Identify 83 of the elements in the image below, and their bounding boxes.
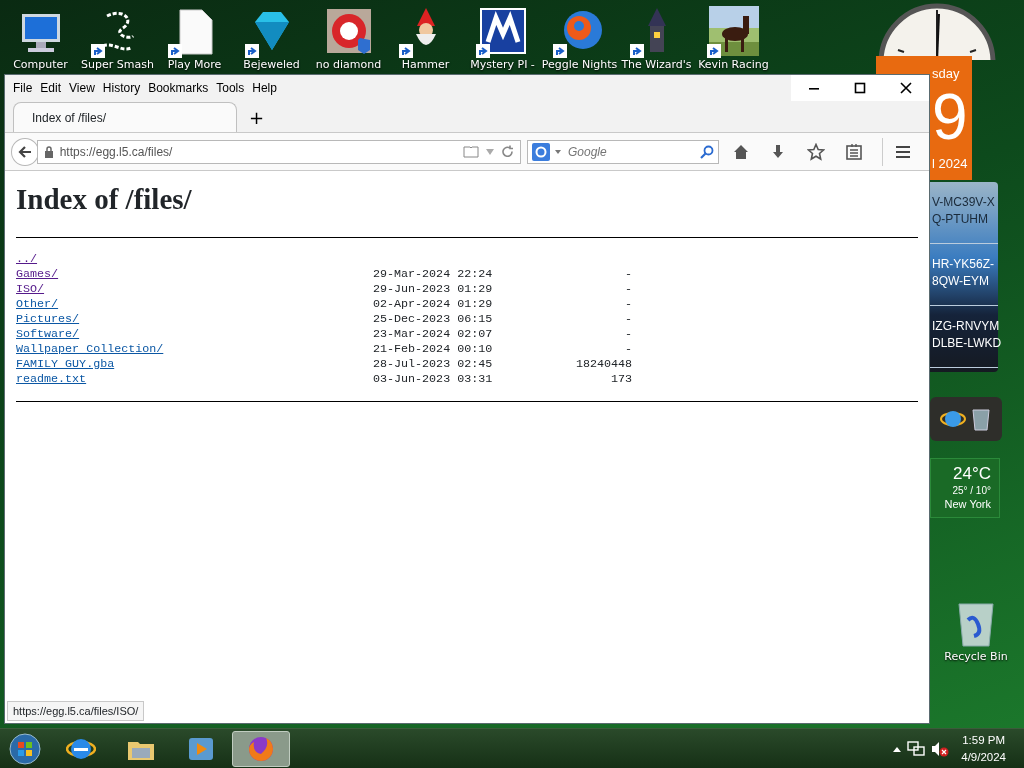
date-text: 28-Jul-2023 02:45 — [373, 356, 494, 372]
date-text: 21-Feb-2024 00:10 — [373, 341, 494, 357]
network-icon[interactable] — [907, 740, 926, 757]
key-text: Q-PTUHM — [932, 211, 989, 228]
new-tab-button[interactable]: + — [237, 104, 277, 132]
date-text: 29-Jun-2023 01:29 — [373, 281, 494, 297]
weekday-label: sday — [932, 65, 961, 83]
size-text: - — [624, 311, 632, 327]
icon-label[interactable]: Super Smash — [81, 57, 154, 74]
size-text: - — [624, 341, 632, 357]
bin-icon[interactable] — [970, 406, 992, 432]
key-text: IZG-RNVYM — [932, 318, 998, 335]
size-text: - — [624, 266, 632, 282]
file-link[interactable]: ISO/ — [16, 281, 45, 297]
icon-label[interactable]: Kevin Racing — [698, 57, 769, 74]
icon-label[interactable]: Recycle Bin — [944, 649, 1008, 666]
reload-icon[interactable] — [501, 145, 514, 158]
time-text: 1:59 PM — [962, 732, 1006, 748]
size-text: 173 — [609, 371, 632, 387]
file-link[interactable]: Pictures/ — [16, 311, 80, 327]
day-number: 9 — [932, 83, 968, 150]
date-text: 03-Jun-2023 03:31 — [373, 371, 494, 387]
dropdown-icon[interactable] — [554, 148, 562, 155]
date-text: 02-Apr-2024 01:29 — [373, 296, 494, 312]
menu-item[interactable]: Bookmarks — [144, 79, 213, 97]
temperature-range: 25° / 10° — [951, 485, 991, 497]
key-text: 8QW-EYM — [932, 273, 991, 290]
temperature: 24°C — [952, 463, 991, 485]
search-field[interactable]: Google — [527, 139, 719, 164]
icon-label[interactable]: Hammer — [401, 57, 450, 74]
date-text: 23-Mar-2024 02:07 — [373, 326, 494, 342]
date-text: 29-Mar-2024 22:24 — [373, 266, 494, 282]
icon-label[interactable]: no diamond — [315, 57, 382, 74]
maximize-icon — [854, 82, 866, 94]
key-text: V-MC39V-X — [932, 194, 996, 211]
menu-item[interactable]: Edit — [36, 79, 66, 97]
file-link[interactable]: Wallpaper Collection/ — [16, 341, 164, 357]
close-icon — [900, 82, 912, 94]
menu-item[interactable]: File — [9, 79, 37, 97]
menu-item[interactable]: Help — [248, 79, 281, 97]
date-text: 4/9/2024 — [961, 749, 1006, 765]
size-text: - — [624, 296, 632, 312]
file-link[interactable]: Games/ — [16, 266, 59, 282]
size-text: - — [624, 326, 632, 342]
taskbar-button[interactable] — [232, 730, 290, 767]
date-text: 25-Dec-2023 06:15 — [373, 311, 494, 327]
star-icon — [807, 142, 826, 161]
browser-tab[interactable]: Index of /files/ — [13, 102, 237, 132]
file-link[interactable]: FAMILY GUY.gba — [16, 356, 115, 372]
icon-label[interactable]: Bejeweled — [243, 57, 300, 74]
icon-label[interactable]: Peggle Nights — [541, 57, 618, 74]
windows-orb-icon — [9, 732, 41, 765]
menu-item[interactable]: View — [65, 79, 99, 97]
search-icon[interactable] — [700, 144, 714, 159]
list-icon — [844, 142, 863, 161]
muted-speaker-icon[interactable] — [931, 740, 950, 757]
key-text: HR-YK56Z- — [932, 256, 995, 273]
page-heading: Index of /files/ — [16, 182, 193, 217]
month-year-label: l 2024 — [932, 154, 969, 173]
icon-label[interactable]: Play More — [167, 57, 222, 74]
back-arrow-icon — [17, 144, 32, 159]
file-link[interactable]: Software/ — [16, 326, 80, 342]
url-text: https://egg.l5.ca/files/ — [59, 143, 173, 161]
status-tooltip: https://egg.l5.ca/files/ISO/ — [7, 700, 145, 721]
file-link[interactable]: Other/ — [16, 296, 59, 312]
taskbar-clock[interactable]: 1:59 PM 4/9/2024 — [961, 731, 1006, 766]
size-text: 18240448 — [574, 356, 632, 372]
menu-item[interactable]: History — [98, 79, 145, 97]
city-label: New York — [943, 497, 991, 511]
file-link[interactable]: ../ — [16, 251, 38, 267]
file-link[interactable]: readme.txt — [16, 371, 87, 387]
size-text: - — [624, 281, 632, 297]
icon-label[interactable]: The Wizard's — [621, 57, 692, 74]
recycle-bin-icon[interactable] — [956, 600, 996, 648]
icon-label[interactable]: Computer — [13, 57, 68, 74]
icon-label[interactable]: Mystery PI - — [470, 57, 535, 74]
back-button[interactable] — [11, 137, 39, 166]
menu-item[interactable]: Tools — [212, 79, 249, 97]
lock-icon — [43, 145, 54, 158]
caret-icon[interactable] — [893, 745, 902, 752]
logo-tile-icon[interactable] — [477, 6, 528, 56]
address-bar[interactable]: https://egg.l5.ca/files/ — [36, 139, 521, 164]
search-engine-icon[interactable] — [532, 142, 550, 161]
